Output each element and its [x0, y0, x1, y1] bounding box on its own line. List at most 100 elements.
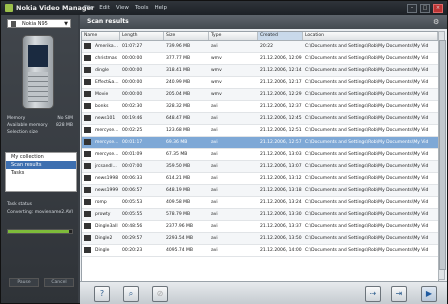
pause-button[interactable]: Pause [9, 278, 39, 287]
play-icon[interactable]: ▶ [421, 286, 437, 302]
cell-location: C:\Documents and Settings\Rob\My Documen… [305, 104, 429, 109]
task-status-label: Task status [7, 202, 32, 207]
cell-created: 21.12.2006, 13:12 [260, 176, 302, 181]
table-row[interactable]: Dingle 00:20:23 4095.74 MB avi 21.12.2006, 1… [82, 245, 438, 257]
table-row[interactable]: Movie 00:00:00 205.04 MB wmv 21.12.2006, 12:… [82, 89, 438, 101]
cell-name: dingle [82, 65, 120, 76]
name-column-header[interactable]: Name [82, 32, 120, 40]
title-bar: Nokia Video Manager File Edit View Tools… [1, 1, 447, 15]
cell-size: 377.77 MB [166, 56, 191, 61]
menu-file[interactable]: File [84, 5, 93, 11]
minimize-icon[interactable]: – [407, 4, 417, 13]
cell-location: C:\Documents and Settings\Rob\My Documen… [305, 92, 429, 97]
close-icon[interactable]: × [433, 4, 443, 13]
cell-created: 21.12.2006, 12:14 [260, 68, 302, 73]
cell-name-text: Effect&a... [95, 80, 119, 85]
task-buttons: Pause Cancel [9, 278, 74, 287]
cell-name: news1998 [82, 173, 120, 184]
video-thumbnail-icon [84, 162, 91, 169]
sidebar-item-my-collection[interactable]: My collection [6, 153, 76, 161]
cancel-button[interactable]: Cancel [44, 278, 74, 287]
menu-tools[interactable]: Tools [135, 5, 149, 11]
created-column-header[interactable]: Created [258, 32, 303, 40]
cell-type: avi [211, 164, 218, 169]
menu-edit[interactable]: Edit [99, 5, 110, 11]
cell-type: avi [211, 104, 218, 109]
cell-type: avi [211, 200, 218, 205]
table-row[interactable]: prowty 00:05:55 578.79 MB avi 21.12.2006, 13… [82, 209, 438, 221]
window-title: Nokia Video Manager [16, 4, 95, 12]
cell-location: C:\Documents and Settings\Rob\My Documen… [305, 152, 429, 157]
length-column-header[interactable]: Length [120, 32, 164, 40]
cell-name: Dingle2 [82, 233, 120, 244]
cell-name: Amerika... [82, 41, 120, 52]
cell-size: 205.04 MB [166, 92, 191, 97]
table-row[interactable]: news1999 00:06:57 648.19 MB avi 21.12.2006, … [82, 185, 438, 197]
sidebar-item-scan-results[interactable]: Scan results [6, 161, 76, 169]
cell-created: 21.12.2006, 13:30 [260, 212, 302, 217]
cell-name: Dingle [82, 245, 120, 256]
cell-name: news1999 [82, 185, 120, 196]
maximize-icon[interactable]: □ [420, 4, 430, 13]
table-row[interactable]: Dingle2 00:29:57 2293.54 MB avi 21.12.2006, … [82, 233, 438, 245]
cell-name-text: Dingle3all [95, 224, 118, 229]
type-column-header[interactable]: Type [209, 32, 258, 40]
table-row[interactable]: mercyse... 00:01:09 67.35 MB avi 21.12.2006,… [82, 149, 438, 161]
help-icon[interactable]: ? [94, 286, 110, 302]
table-row[interactable]: mercyse... 00:01:17 69.36 MB avi 21.12.2006,… [82, 137, 438, 149]
table-header: Name Length Size Type Created Location [82, 32, 438, 41]
device-screen [28, 45, 48, 67]
video-thumbnail-icon [84, 234, 91, 241]
device-dropdown[interactable]: Nokia N95 ▼ [7, 19, 71, 28]
cell-location: C:\Documents and Settings\Rob\My Documen… [305, 212, 429, 217]
cell-type: avi [211, 224, 218, 229]
import-icon[interactable]: ⇥ [391, 286, 407, 302]
table-row[interactable]: mercyse... 00:02:25 123.68 MB avi 21.12.2006… [82, 125, 438, 137]
table-body: Amerika... 01:07:27 739.96 MB avi 20:22 C:\Do… [82, 41, 438, 257]
transfer-to-device-icon[interactable]: ⇢ [365, 286, 381, 302]
vertical-scrollbar[interactable] [438, 31, 446, 280]
cell-length: 00:01:09 [122, 152, 143, 157]
table-row[interactable]: jrcsandl... 00:07:00 359.50 MB avi 21.12.200… [82, 161, 438, 173]
cell-size: 318.41 MB [166, 68, 191, 73]
table-row[interactable]: news1998 00:06:33 614.21 MB avi 21.12.2006, … [82, 173, 438, 185]
table-row[interactable]: romp 00:05:53 409.58 MB avi 21.12.2006, 13:2… [82, 197, 438, 209]
sidebar-item-tasks[interactable]: Tasks [6, 169, 76, 177]
cell-location: C:\Documents and Settings\Rob\My Documen… [305, 176, 429, 181]
table-row[interactable]: dingle 00:00:00 318.41 MB wmv 21.12.2006, 12… [82, 65, 438, 77]
cell-name: news101 [82, 113, 120, 124]
menu-help[interactable]: Help [155, 5, 168, 11]
cell-location: C:\Documents and Settings\Rob\My Documen… [305, 200, 429, 205]
cell-length: 00:00:00 [122, 80, 143, 85]
device-image [22, 35, 54, 109]
video-thumbnail-icon [84, 246, 91, 253]
cell-length: 00:19:46 [122, 116, 143, 121]
location-column-header[interactable]: Location [303, 32, 438, 40]
cell-created: 21.12.2006, 13:50 [260, 236, 302, 241]
cell-size: 2293.54 MB [166, 236, 194, 241]
cell-length: 00:06:33 [122, 176, 143, 181]
scan-icon[interactable]: ⌕ [123, 286, 139, 302]
cell-type: avi [211, 152, 218, 157]
device-keypad [28, 72, 48, 102]
table-row[interactable]: Amerika... 01:07:27 739.96 MB avi 20:22 C:\Do… [82, 41, 438, 53]
results-table: Name Length Size Type Created Location Amerik… [81, 31, 439, 282]
table-row[interactable]: Effect&a... 00:00:00 240.99 MB wmv 21.12.200… [82, 77, 438, 89]
menu-view[interactable]: View [116, 5, 129, 11]
cell-type: avi [211, 176, 218, 181]
stop-icon[interactable]: ⊘ [152, 286, 168, 302]
cell-created: 21.12.2006, 12:45 [260, 116, 302, 121]
table-row[interactable]: news101 00:19:46 648.47 MB avi 21.12.2006, 1… [82, 113, 438, 125]
cell-location: C:\Documents and Settings\Rob\My Documen… [305, 80, 429, 85]
table-row[interactable]: Dingle3all 00:48:56 2377.96 MB avi 21.12.200… [82, 221, 438, 233]
cell-type: wmv [211, 68, 222, 73]
video-thumbnail-icon [84, 126, 91, 133]
cell-location: C:\Documents and Settings\Rob\My Documen… [305, 56, 429, 61]
size-column-header[interactable]: Size [164, 32, 209, 40]
table-row[interactable]: bonks 00:02:30 328.32 MB avi 21.12.2006, 12:… [82, 101, 438, 113]
table-row[interactable]: christmas 00:00:00 377.77 MB wmv 21.12.2006,… [82, 53, 438, 65]
cell-location: C:\Documents and Settings\Rob\My Documen… [305, 248, 429, 253]
gear-icon[interactable]: ⚙ [433, 18, 441, 26]
scrollbar-thumb[interactable] [439, 40, 446, 270]
cell-type: avi [211, 128, 218, 133]
